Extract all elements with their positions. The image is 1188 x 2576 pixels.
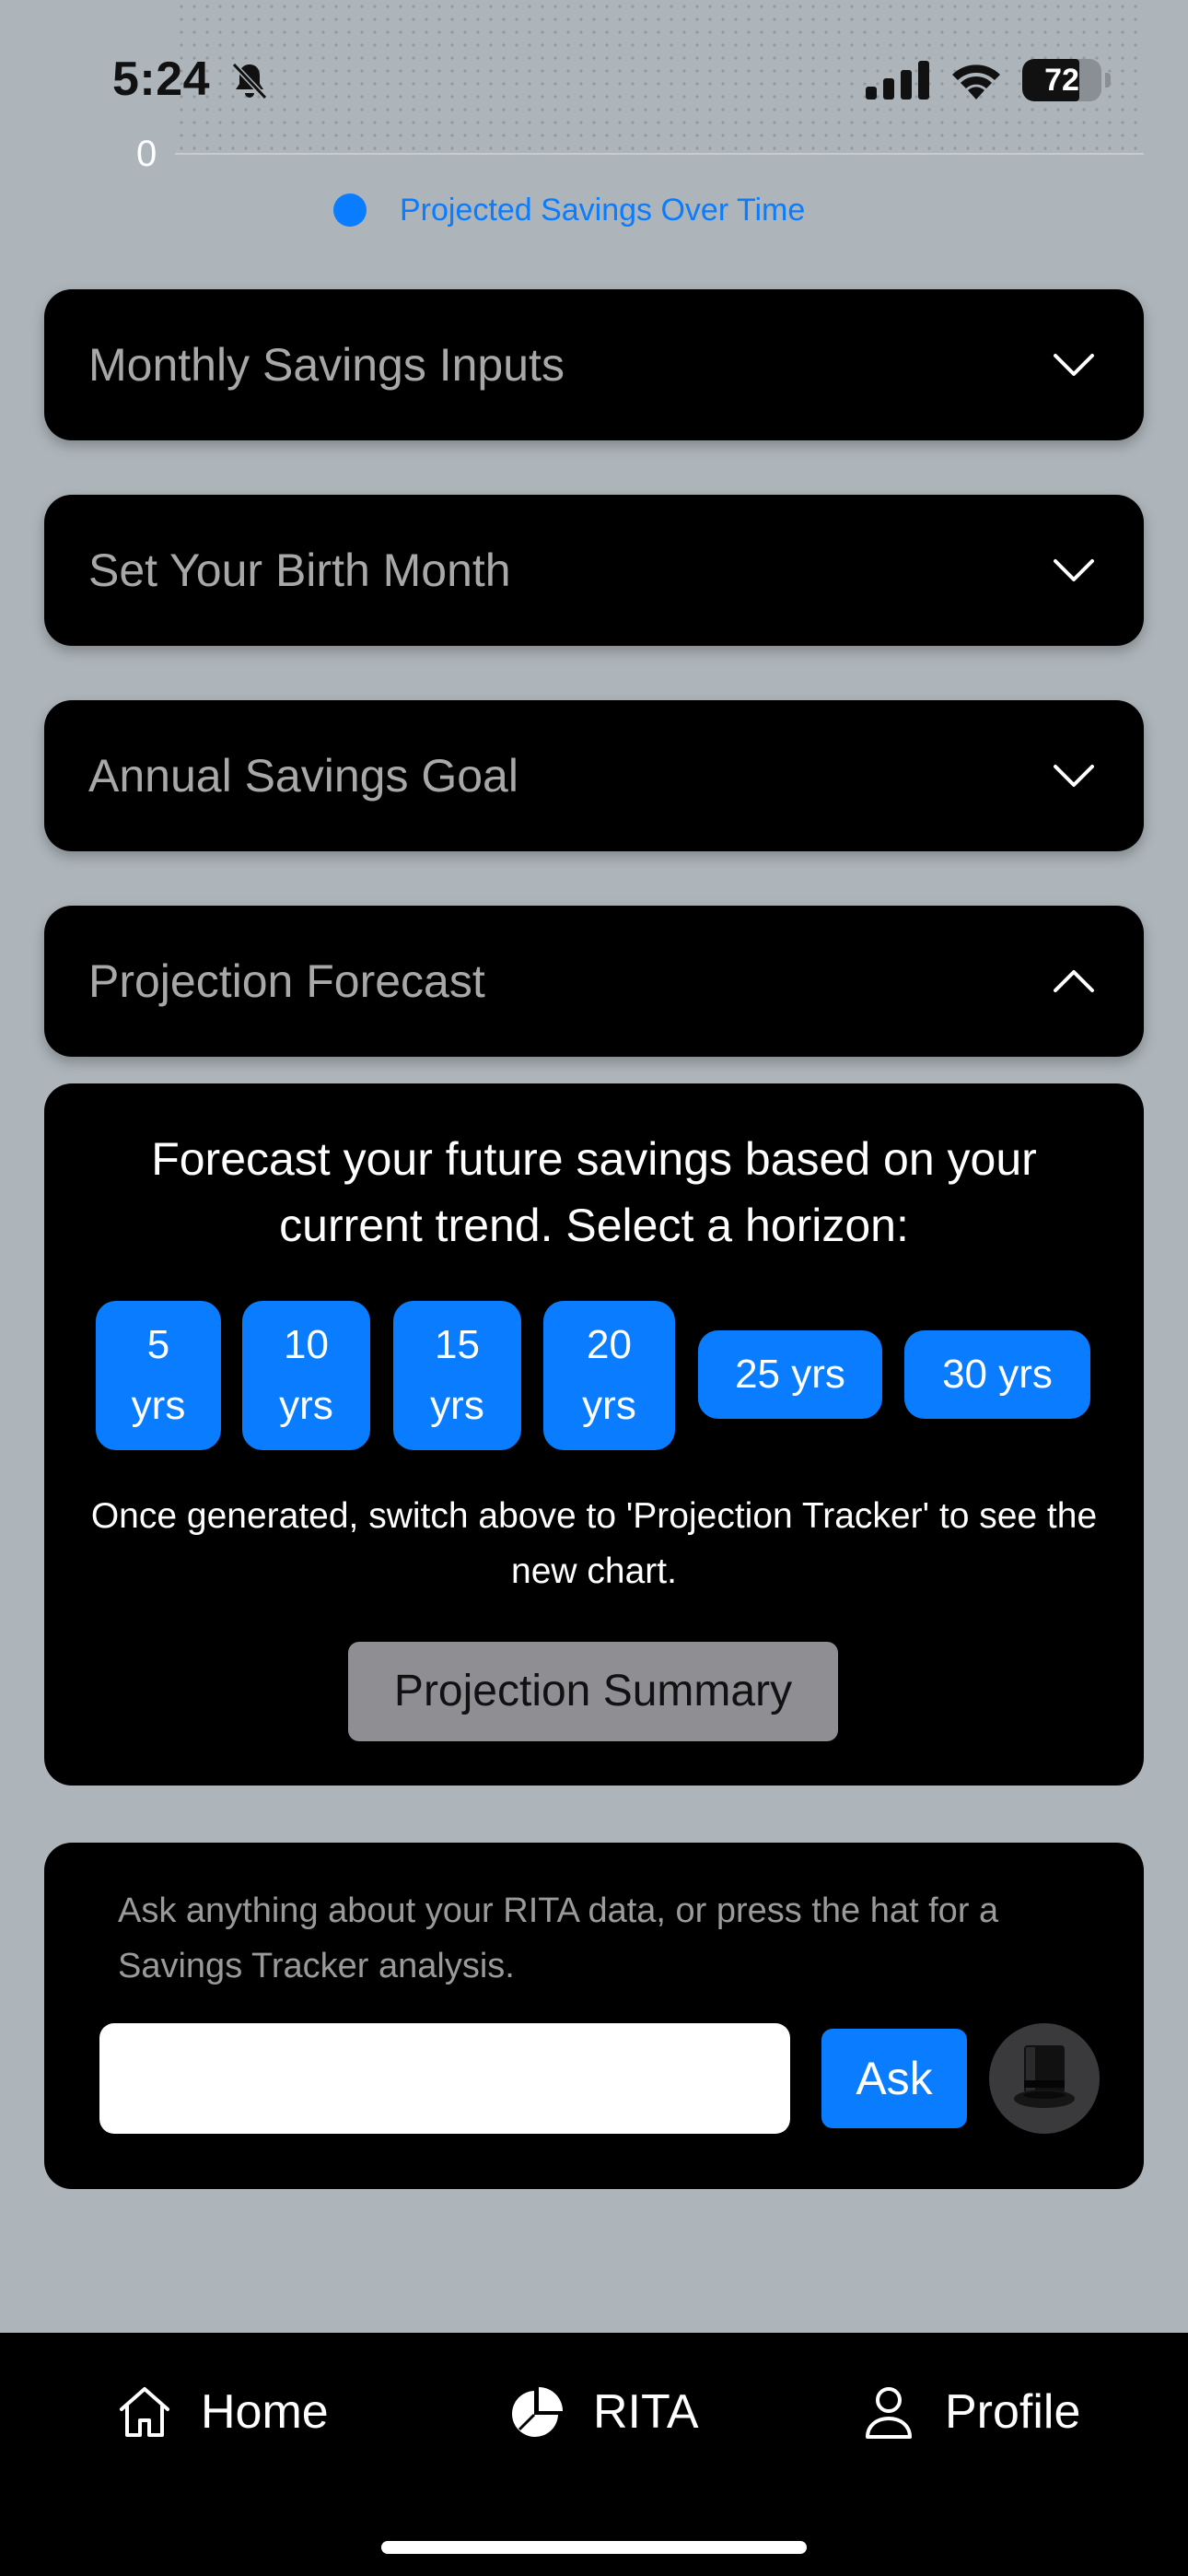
accordion-annual-savings-goal[interactable]: Annual Savings Goal [44,700,1144,851]
projection-forecast-panel: Forecast your future savings based on yo… [44,1083,1144,1786]
status-bar: 5:24 72 [0,0,1188,155]
horizon-15-yrs-button[interactable]: 15 yrs [393,1301,521,1450]
accordion-title: Set Your Birth Month [88,544,511,596]
chart-x-axis [175,153,1144,155]
chevron-up-icon [1054,970,1094,992]
accordion-title: Monthly Savings Inputs [88,339,565,391]
tab-profile[interactable]: Profile [860,2377,1080,2447]
bell-slash-icon [231,62,268,100]
pie-chart-icon [512,2387,563,2437]
forecast-intro: Forecast your future savings based on yo… [151,1133,1037,1251]
home-indicator[interactable] [381,2541,807,2554]
horizon-number: 5 [146,1322,170,1367]
top-hat-icon [1014,2045,1075,2108]
legend-dot [333,193,367,227]
accordion-monthly-savings-inputs[interactable]: Monthly Savings Inputs [44,289,1144,440]
chart-legend[interactable]: Projected Savings Over Time [333,190,805,230]
horizon-number: 15 [435,1322,480,1367]
horizon-unit: yrs [131,1383,186,1428]
tab-rita[interactable]: RITA [508,2377,699,2447]
horizon-25-yrs-button[interactable]: 25 yrs [698,1330,882,1419]
person-icon [866,2387,912,2439]
tab-bar: Home RITA Profile [0,2333,1188,2576]
forecast-note: Once generated, switch above to 'Project… [90,1496,1098,1591]
ask-rita-panel: Ask anything about your RITA data, or pr… [44,1843,1144,2189]
horizon-20-yrs-button[interactable]: 20 yrs [543,1301,675,1450]
horizon-unit: yrs [430,1383,484,1428]
battery-level: 72 [1044,63,1079,98]
tab-label: Profile [945,2385,1081,2439]
tab-label: RITA [593,2385,699,2439]
projection-summary-button[interactable]: Projection Summary [348,1642,838,1741]
house-icon [120,2387,169,2437]
horizon-number: 20 [587,1322,632,1367]
signal-icon [866,61,929,100]
chevron-down-icon [1054,559,1094,581]
horizon-10-yrs-button[interactable]: 10 yrs [242,1301,370,1450]
horizon-number: 10 [284,1322,329,1367]
chart-y-tick-zero: 0 [136,134,157,174]
horizon-unit: yrs [279,1383,333,1428]
ask-button[interactable]: Ask [821,2029,967,2128]
chevron-down-icon [1054,354,1094,376]
accordion-set-your-birth-month[interactable]: Set Your Birth Month [44,495,1144,646]
battery-icon: 72 [1022,59,1111,101]
accordion-projection-forecast[interactable]: Projection Forecast [44,906,1144,1057]
hat-analysis-button[interactable] [989,2023,1100,2134]
accordion-title: Projection Forecast [88,955,485,1007]
chevron-down-icon [1054,765,1094,787]
status-time: 5:24 [112,53,211,106]
accordion-title: Annual Savings Goal [88,750,518,802]
ask-hint: Ask anything about your RITA data, or pr… [118,1891,999,1985]
horizon-unit: yrs [582,1383,636,1428]
horizon-5-yrs-button[interactable]: 5 yrs [96,1301,221,1450]
tab-label: Home [201,2385,329,2439]
ask-input[interactable] [99,2023,790,2134]
tab-home[interactable]: Home [116,2377,329,2447]
legend-label: Projected Savings Over Time [400,192,806,228]
wifi-icon [952,64,1000,100]
horizon-30-yrs-button[interactable]: 30 yrs [904,1330,1090,1419]
